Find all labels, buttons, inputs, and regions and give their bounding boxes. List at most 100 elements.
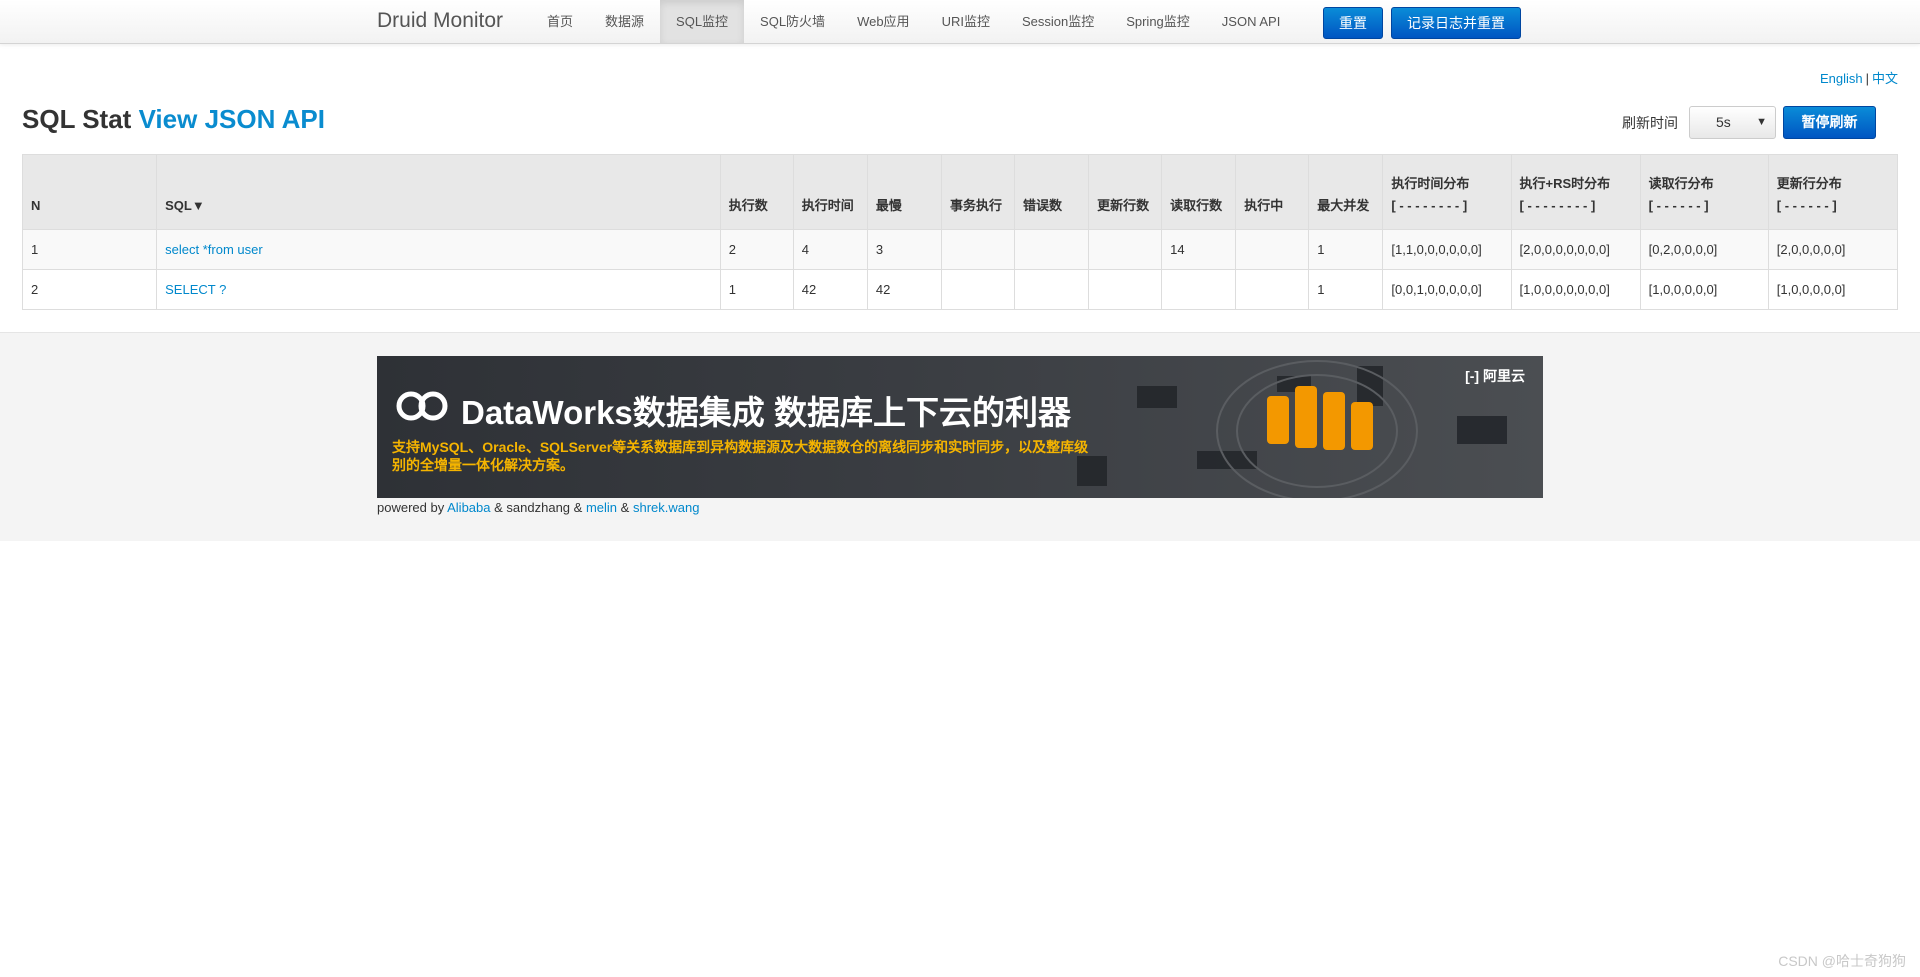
col-header-read-rows-dist[interactable]: 读取行分布 [ - - - - - - ] (1639, 154, 1769, 230)
col-header-exec-time-dist-sub: [ - - - - - - - - ] (1391, 198, 1468, 213)
col-header-sql[interactable]: SQL▼ (156, 154, 721, 230)
melin-link[interactable]: melin (586, 500, 617, 515)
credit-separator: & (620, 500, 630, 515)
col-header-exec-time-dist[interactable]: 执行时间分布 [ - - - - - - - - ] (1382, 154, 1512, 230)
shrek-wang-link[interactable]: shrek.wang (633, 500, 699, 515)
sql-link[interactable]: SELECT ? (165, 282, 226, 297)
chevron-down-icon: ▼ (1756, 116, 1767, 128)
col-header-update-rows-dist[interactable]: 更新行分布 [ - - - - - - ] (1767, 154, 1899, 230)
col-header-n[interactable]: N (21, 154, 158, 230)
cell-update-rows (1088, 229, 1163, 270)
refresh-interval-label: 刷新时间 (1622, 115, 1678, 131)
banner-subtext: 支持MySQL、Oracle、SQLServer等关系数据库到异构数据源及大数据… (392, 439, 1089, 473)
lang-chinese-link[interactable]: 中文 (1872, 71, 1898, 86)
cell-exec-time: 4 (792, 229, 868, 270)
aliyun-logo: [-] 阿里云 (1465, 368, 1525, 384)
cell-txn-exec (940, 229, 1016, 270)
alibaba-link[interactable]: Alibaba (447, 500, 490, 515)
cell-exec-time: 42 (792, 269, 868, 310)
cell-exec-count: 1 (719, 269, 794, 310)
refresh-interval-select[interactable]: 5s ▼ (1689, 106, 1776, 139)
log-and-reset-button[interactable]: 记录日志并重置 (1391, 7, 1521, 39)
col-header-read-rows[interactable]: 读取行数 (1161, 154, 1237, 230)
table-header-row: N SQL▼ 执行数 执行时间 最慢 事务执行 错误数 更新行数 读取行数 执行… (21, 154, 1899, 230)
credit-separator: & (573, 500, 583, 515)
cell-sql: select *from user (156, 229, 721, 270)
aliyun-brand-text: 阿里云 (1483, 368, 1525, 384)
table-row: 2 SELECT ? 1 42 42 1 [0,0,1,0,0,0,0,0] [… (21, 269, 1899, 310)
col-header-update-rows[interactable]: 更新行数 (1088, 154, 1163, 230)
credit-separator: & (494, 500, 503, 515)
cell-errors (1014, 229, 1090, 270)
nav-item-web-app[interactable]: Web应用 (841, 0, 926, 43)
col-header-exec-time-dist-label: 执行时间分布 (1391, 176, 1470, 191)
nav-item-datasource[interactable]: 数据源 (589, 0, 660, 43)
cell-n: 2 (21, 269, 158, 310)
top-navbar: Druid Monitor 首页 数据源 SQL监控 SQL防火墙 Web应用 … (0, 0, 1920, 44)
lang-english-link[interactable]: English (1820, 71, 1863, 86)
table-row: 1 select *from user 2 4 3 14 1 [1,1,0,0,… (21, 229, 1899, 270)
cell-exec-rs-dist: [1,0,0,0,0,0,0,0] (1510, 269, 1641, 310)
pause-refresh-button[interactable]: 暂停刷新 (1783, 106, 1876, 139)
col-header-txn-exec[interactable]: 事务执行 (940, 154, 1016, 230)
cell-n: 1 (21, 229, 158, 270)
dataworks-logo-icon (396, 391, 448, 421)
cell-read-rows-dist: [1,0,0,0,0,0] (1639, 269, 1769, 310)
cell-running (1235, 229, 1310, 270)
cell-running (1235, 269, 1310, 310)
nav-item-sql-monitor[interactable]: SQL监控 (660, 0, 745, 43)
page-title-text: SQL Stat (22, 104, 132, 134)
cell-txn-exec (940, 269, 1016, 310)
cell-update-rows-dist: [2,0,0,0,0,0] (1767, 229, 1899, 270)
col-header-update-rows-dist-sub: [ - - - - - - ] (1776, 198, 1837, 213)
col-header-update-rows-dist-label: 更新行分布 (1776, 176, 1842, 191)
cell-update-rows (1088, 269, 1163, 310)
cell-exec-count: 2 (719, 229, 794, 270)
cell-update-rows-dist: [1,0,0,0,0,0] (1767, 269, 1899, 310)
col-header-exec-time[interactable]: 执行时间 (792, 154, 868, 230)
reset-button[interactable]: 重置 (1323, 7, 1383, 39)
col-header-exec-rs-dist-label: 执行+RS时分布 (1519, 176, 1611, 191)
cell-exec-rs-dist: [2,0,0,0,0,0,0,0] (1510, 229, 1641, 270)
col-header-slowest[interactable]: 最慢 (866, 154, 942, 230)
powered-by-label: powered by (377, 500, 445, 515)
nav-item-uri-monitor[interactable]: URI监控 (926, 0, 1006, 43)
nav-item-home[interactable]: 首页 (531, 0, 589, 43)
sql-stat-table: N SQL▼ 执行数 执行时间 最慢 事务执行 错误数 更新行数 读取行数 执行… (21, 154, 1899, 310)
cell-max-concurrency: 1 (1308, 229, 1384, 270)
brand-title[interactable]: Druid Monitor (377, 9, 503, 33)
sql-link[interactable]: select *from user (165, 242, 263, 257)
cell-slowest: 3 (866, 229, 942, 270)
col-header-errors[interactable]: 错误数 (1014, 154, 1090, 230)
csdn-watermark: CSDN @哈士奇狗狗 (1778, 953, 1906, 969)
footer: DataWorks数据集成 数据库上下云的利器 支持MySQL、Oracle、S… (0, 332, 1920, 541)
col-header-exec-rs-dist-sub: [ - - - - - - - - ] (1519, 198, 1596, 213)
cell-read-rows: 14 (1161, 229, 1237, 270)
cell-errors (1014, 269, 1090, 310)
cell-slowest: 42 (866, 269, 942, 310)
credit-sandzhang: sandzhang (506, 500, 571, 515)
nav-item-sql-firewall[interactable]: SQL防火墙 (744, 0, 841, 43)
view-json-api-link[interactable]: View JSON API (139, 104, 325, 134)
nav-menu: 首页 数据源 SQL监控 SQL防火墙 Web应用 URI监控 Session监… (531, 0, 1296, 43)
cell-exec-time-dist: [1,1,0,0,0,0,0,0] (1382, 229, 1512, 270)
cell-exec-time-dist: [0,0,1,0,0,0,0,0] (1382, 269, 1512, 310)
cell-read-rows-dist: [0,2,0,0,0,0] (1639, 229, 1769, 270)
col-header-running[interactable]: 执行中 (1235, 154, 1310, 230)
page-title: SQL Stat View JSON API (22, 104, 325, 135)
lang-separator: | (1865, 71, 1869, 86)
nav-item-session-monitor[interactable]: Session监控 (1006, 0, 1110, 43)
nav-item-spring-monitor[interactable]: Spring监控 (1110, 0, 1206, 43)
nav-item-json-api[interactable]: JSON API (1206, 0, 1297, 43)
col-header-exec-rs-dist[interactable]: 执行+RS时分布 [ - - - - - - - - ] (1510, 154, 1641, 230)
powered-by-credits: powered by Alibaba & sandzhang & melin &… (377, 500, 699, 515)
language-switcher: English | 中文 (1820, 68, 1898, 87)
col-header-exec-count[interactable]: 执行数 (719, 154, 794, 230)
banner-headline: DataWorks数据集成 数据库上下云的利器 (461, 394, 1071, 431)
cell-read-rows (1161, 269, 1237, 310)
cell-sql: SELECT ? (156, 269, 721, 310)
cell-max-concurrency: 1 (1308, 269, 1384, 310)
col-header-read-rows-dist-sub: [ - - - - - - ] (1648, 198, 1709, 213)
dataworks-ad-banner[interactable]: DataWorks数据集成 数据库上下云的利器 支持MySQL、Oracle、S… (377, 356, 1543, 498)
col-header-max-concurrency[interactable]: 最大并发 (1308, 154, 1384, 230)
